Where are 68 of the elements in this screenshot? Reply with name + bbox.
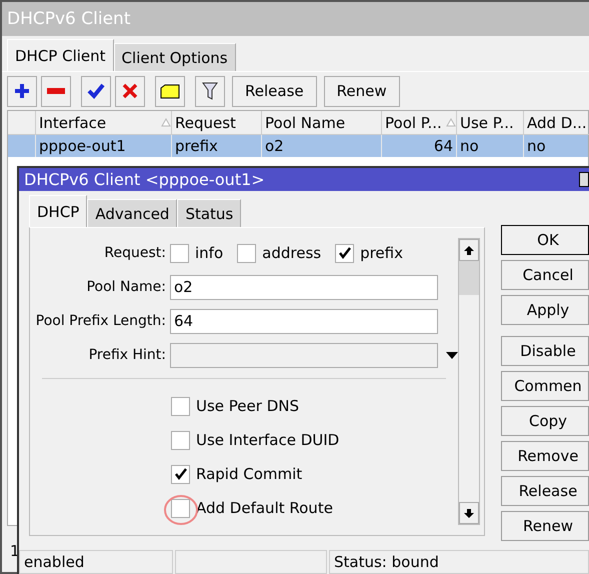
option-label: prefix — [360, 244, 403, 262]
toolbar-button[interactable]: Renew — [324, 76, 400, 106]
table-cell: no — [524, 135, 589, 157]
add-button[interactable] — [7, 76, 37, 106]
table-cell: no — [457, 135, 524, 157]
table-cell: o2 — [262, 135, 382, 157]
checkbox-label: Rapid Commit — [196, 465, 302, 484]
dialog-button[interactable]: OK — [501, 225, 589, 256]
dialog-button[interactable]: Copy — [501, 406, 589, 436]
checkbox-label: Use Peer DNS — [196, 397, 299, 416]
dropdown-field[interactable] — [170, 342, 438, 368]
dialog-button[interactable]: Commen — [501, 371, 589, 402]
enable-button[interactable] — [81, 76, 111, 106]
option-label: info — [195, 244, 224, 262]
checkbox[interactable] — [170, 244, 189, 263]
scroll-up-button[interactable] — [459, 239, 479, 262]
tab[interactable]: Client Options — [114, 43, 236, 71]
input-field[interactable]: 64 — [170, 308, 438, 334]
table-row[interactable]: pppoe-out1 prefix o2 64 no no — [8, 135, 588, 157]
up-arrow-icon — [464, 246, 474, 255]
checkbox[interactable] — [237, 244, 256, 263]
disable-button[interactable] — [115, 76, 145, 106]
field-label: Pool Name: — [86, 279, 167, 296]
dialog-button[interactable]: Disable — [501, 336, 589, 366]
table-cell: 64 — [382, 135, 457, 157]
table-cell: prefix — [172, 135, 262, 157]
status-cell: enabled — [19, 550, 173, 574]
filter-button[interactable] — [195, 76, 225, 106]
dropdown-arrow-icon[interactable] — [446, 352, 458, 359]
note-icon — [160, 84, 180, 98]
tab[interactable]: Advanced — [87, 199, 178, 228]
comment-button[interactable] — [155, 76, 185, 106]
checkbox-label: Use Interface DUID — [196, 431, 340, 450]
tab[interactable]: DHCP — [29, 195, 88, 228]
window-control-icon[interactable] — [579, 172, 589, 188]
checkbox[interactable] — [171, 430, 190, 450]
dialog-button[interactable]: Remove — [501, 441, 589, 472]
checkbox[interactable] — [171, 498, 190, 518]
scroll-down-button[interactable] — [459, 502, 479, 524]
option-label: address — [262, 244, 322, 262]
checkmark-icon — [87, 83, 105, 99]
toolbar-button[interactable]: Release — [232, 76, 317, 106]
filter-icon — [202, 81, 218, 101]
tab[interactable]: DHCP Client — [7, 39, 114, 71]
scroll-thumb[interactable] — [459, 261, 479, 296]
field-label: Prefix Hint: — [88, 347, 167, 364]
checkbox-label: Add Default Route — [196, 499, 333, 518]
cross-icon — [122, 83, 138, 99]
dialog-title: DHCPv6 Client <pppoe-out1> — [19, 168, 589, 192]
window-title: DHCPv6 Client — [2, 2, 589, 36]
field-label: Pool Prefix Length: — [34, 313, 167, 330]
item-count: 1 — [10, 542, 20, 560]
input-field[interactable]: o2 — [170, 274, 438, 300]
checkbox[interactable] — [171, 396, 190, 416]
status-cell: Status: bound — [329, 550, 589, 574]
tab[interactable]: Status — [177, 199, 242, 228]
field-label: Request: — [103, 245, 167, 262]
dialog-button[interactable]: Release — [501, 476, 589, 506]
dialog-button[interactable]: Cancel — [501, 260, 589, 290]
table-cell: pppoe-out1 — [36, 135, 172, 157]
down-arrow-icon — [464, 508, 474, 518]
checkbox[interactable] — [335, 244, 354, 263]
dialog-button[interactable]: Renew — [501, 511, 589, 542]
dialog-button[interactable]: Apply — [501, 295, 589, 326]
remove-button[interactable] — [41, 76, 71, 106]
plus-icon — [14, 83, 30, 99]
checkbox[interactable] — [171, 464, 190, 484]
minus-icon — [47, 88, 65, 94]
